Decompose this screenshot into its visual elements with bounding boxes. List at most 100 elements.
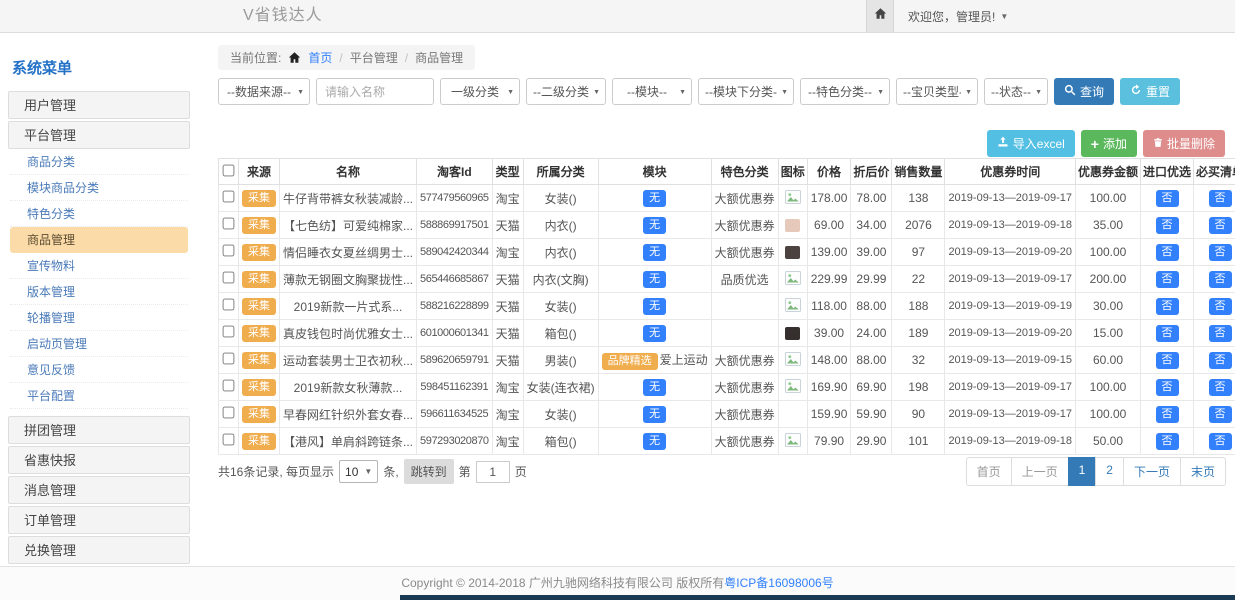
cell-source: 采集 (239, 212, 280, 239)
page-first-button[interactable]: 首页 (966, 457, 1012, 486)
sidebar-group-1[interactable]: 平台管理 (8, 121, 190, 149)
item-type-select[interactable]: --宝贝类型--▼ (896, 78, 978, 105)
cell-must-buy: 否 (1194, 428, 1235, 455)
cell-module: 无 (598, 239, 711, 266)
sidebar-group-0[interactable]: 用户管理 (8, 91, 190, 119)
cell-coupon-amount: 15.00 (1075, 320, 1140, 347)
chevron-down-icon: ▼ (965, 89, 972, 96)
sidebar-group-15[interactable]: 订单管理 (8, 506, 190, 534)
sidebar-item-10[interactable]: 意见反馈 (10, 357, 188, 383)
import-toggle-badge[interactable]: 否 (1156, 190, 1179, 207)
sidebar-item-6[interactable]: 宣传物料 (10, 253, 188, 279)
row-checkbox[interactable] (223, 326, 235, 338)
level2-category-select[interactable]: --二级分类--▼ (526, 78, 606, 105)
sidebar-item-4[interactable]: 特色分类 (10, 201, 188, 227)
import-toggle-badge[interactable]: 否 (1156, 379, 1179, 396)
table-row: 采集【港风】单肩斜跨链条...597293020870淘宝箱包()无大额优惠券7… (219, 428, 1235, 455)
module-sub-category-select[interactable]: --模块下分类--▼ (698, 78, 794, 105)
status-select[interactable]: --状态--▼ (984, 78, 1048, 105)
feature-category-select[interactable]: --特色分类--▼ (800, 78, 890, 105)
sidebar-item-9[interactable]: 启动页管理 (10, 331, 188, 357)
cell-module: 无 (598, 266, 711, 293)
row-checkbox[interactable] (223, 434, 235, 446)
query-button[interactable]: 查询 (1054, 78, 1114, 105)
page-2-button[interactable]: 2 (1095, 457, 1124, 486)
row-checkbox[interactable] (223, 353, 235, 365)
must-buy-toggle-badge[interactable]: 否 (1209, 433, 1232, 450)
jump-button[interactable]: 跳转到 (404, 459, 454, 484)
must-buy-toggle-badge[interactable]: 否 (1209, 190, 1232, 207)
row-checkbox[interactable] (223, 272, 235, 284)
sidebar-group-12[interactable]: 拼团管理 (8, 416, 190, 444)
must-buy-toggle-badge[interactable]: 否 (1209, 244, 1232, 261)
cell-must-buy: 否 (1194, 212, 1235, 239)
sidebar-group-16[interactable]: 兑换管理 (8, 536, 190, 564)
breadcrumb-home[interactable]: 首页 (308, 49, 332, 66)
sidebar-group-13[interactable]: 省惠快报 (8, 446, 190, 474)
cell-import-select: 否 (1141, 185, 1194, 212)
cell-taoke-id: 589042420344 (417, 239, 493, 266)
import-toggle-badge[interactable]: 否 (1156, 352, 1179, 369)
level1-category-select[interactable]: 一级分类▼ (440, 78, 520, 105)
must-buy-toggle-badge[interactable]: 否 (1209, 271, 1232, 288)
import-excel-button[interactable]: 导入excel (987, 130, 1075, 157)
import-toggle-badge[interactable]: 否 (1156, 244, 1179, 261)
import-toggle-badge[interactable]: 否 (1156, 406, 1179, 423)
cell-discount-price: 69.90 (851, 374, 892, 401)
must-buy-toggle-badge[interactable]: 否 (1209, 352, 1232, 369)
module-select[interactable]: --模块--▼ (612, 78, 692, 105)
import-toggle-badge[interactable]: 否 (1156, 433, 1179, 450)
cell-module: 无 (598, 428, 711, 455)
page-next-button[interactable]: 下一页 (1123, 457, 1181, 486)
must-buy-toggle-badge[interactable]: 否 (1209, 406, 1232, 423)
module-badge: 无 (643, 244, 666, 261)
row-checkbox[interactable] (223, 218, 235, 230)
row-checkbox-cell (219, 401, 239, 428)
pagination: 共16条记录, 每页显示 10 ▼ 条, 跳转到 第 页 首页上一页12下一页末… (218, 457, 1226, 486)
cell-sales: 97 (892, 239, 945, 266)
import-toggle-badge[interactable]: 否 (1156, 325, 1179, 342)
sidebar-item-5[interactable]: 商品管理 (10, 227, 188, 253)
import-toggle-badge[interactable]: 否 (1156, 271, 1179, 288)
row-checkbox[interactable] (223, 245, 235, 257)
home-button[interactable] (866, 0, 894, 32)
image-placeholder-icon (785, 301, 801, 315)
row-checkbox-cell (219, 266, 239, 293)
sidebar-item-2[interactable]: 商品分类 (10, 149, 188, 175)
col-header-14: 必买清单 (1194, 159, 1235, 185)
reset-button[interactable]: 重置 (1120, 78, 1180, 105)
row-checkbox[interactable] (223, 380, 235, 392)
icp-link[interactable]: 粤ICP备16098006号 (724, 576, 833, 590)
jump-page-input[interactable] (476, 461, 510, 483)
sidebar-item-11[interactable]: 平台配置 (10, 383, 188, 409)
page-last-button[interactable]: 末页 (1180, 457, 1226, 486)
trash-icon (1153, 137, 1163, 151)
user-menu[interactable]: 欢迎您，管理员! ▼ (894, 0, 1008, 32)
name-input[interactable] (316, 78, 434, 105)
sidebar-item-8[interactable]: 轮播管理 (10, 305, 188, 331)
import-toggle-badge[interactable]: 否 (1156, 298, 1179, 315)
must-buy-toggle-badge[interactable]: 否 (1209, 379, 1232, 396)
source-badge: 采集 (242, 190, 276, 207)
row-checkbox[interactable] (223, 407, 235, 419)
row-checkbox[interactable] (223, 299, 235, 311)
batch-delete-button[interactable]: 批量删除 (1143, 130, 1225, 157)
page-prev-button[interactable]: 上一页 (1011, 457, 1069, 486)
must-buy-toggle-badge[interactable]: 否 (1209, 217, 1232, 234)
table-row: 采集运动套装男士卫衣初秋...589620659791天猫男装()品牌精选爱上运… (219, 347, 1235, 374)
data-source-select[interactable]: --数据来源--▼ (218, 78, 310, 105)
must-buy-toggle-badge[interactable]: 否 (1209, 298, 1232, 315)
cell-category: 女装() (523, 293, 598, 320)
import-toggle-badge[interactable]: 否 (1156, 217, 1179, 234)
sidebar-item-3[interactable]: 模块商品分类 (10, 175, 188, 201)
cell-must-buy: 否 (1194, 293, 1235, 320)
must-buy-toggle-badge[interactable]: 否 (1209, 325, 1232, 342)
page-1-button[interactable]: 1 (1068, 457, 1097, 486)
add-button[interactable]: + 添加 (1081, 130, 1137, 157)
sidebar-item-7[interactable]: 版本管理 (10, 279, 188, 305)
sidebar-group-14[interactable]: 消息管理 (8, 476, 190, 504)
row-checkbox[interactable] (223, 191, 235, 203)
cell-type: 淘宝 (492, 401, 523, 428)
per-page-select[interactable]: 10 ▼ (339, 460, 378, 483)
select-all-checkbox[interactable] (223, 164, 235, 176)
